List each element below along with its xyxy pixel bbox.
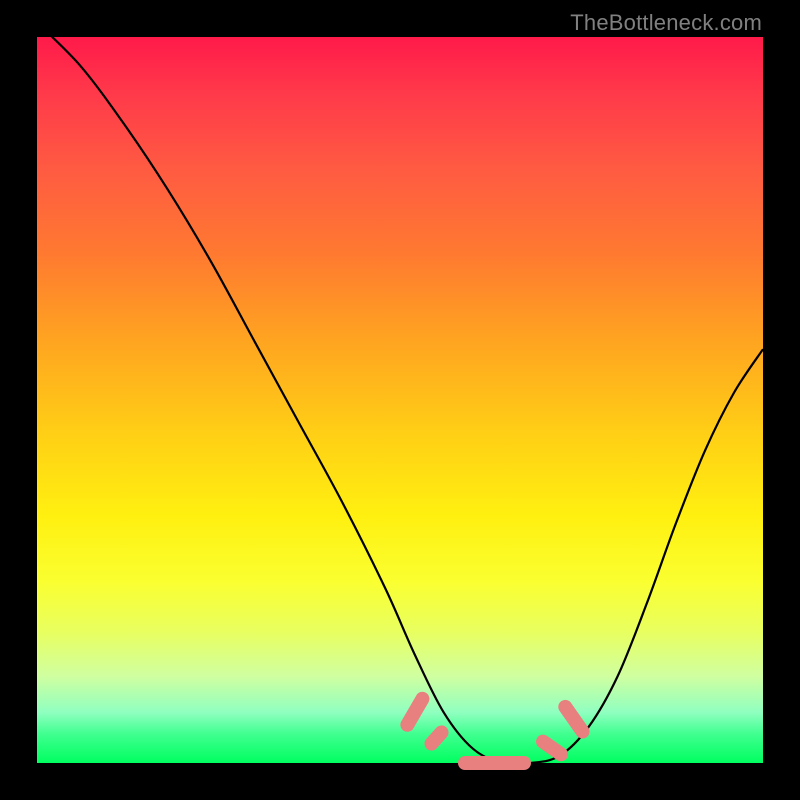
watermark-text: TheBottleneck.com — [570, 10, 762, 36]
chart-container: TheBottleneck.com — [0, 0, 800, 800]
bottleneck-curve — [37, 37, 763, 763]
marker-segment-bottom — [458, 756, 531, 770]
curve-svg — [37, 37, 763, 763]
plot-area — [37, 37, 763, 763]
